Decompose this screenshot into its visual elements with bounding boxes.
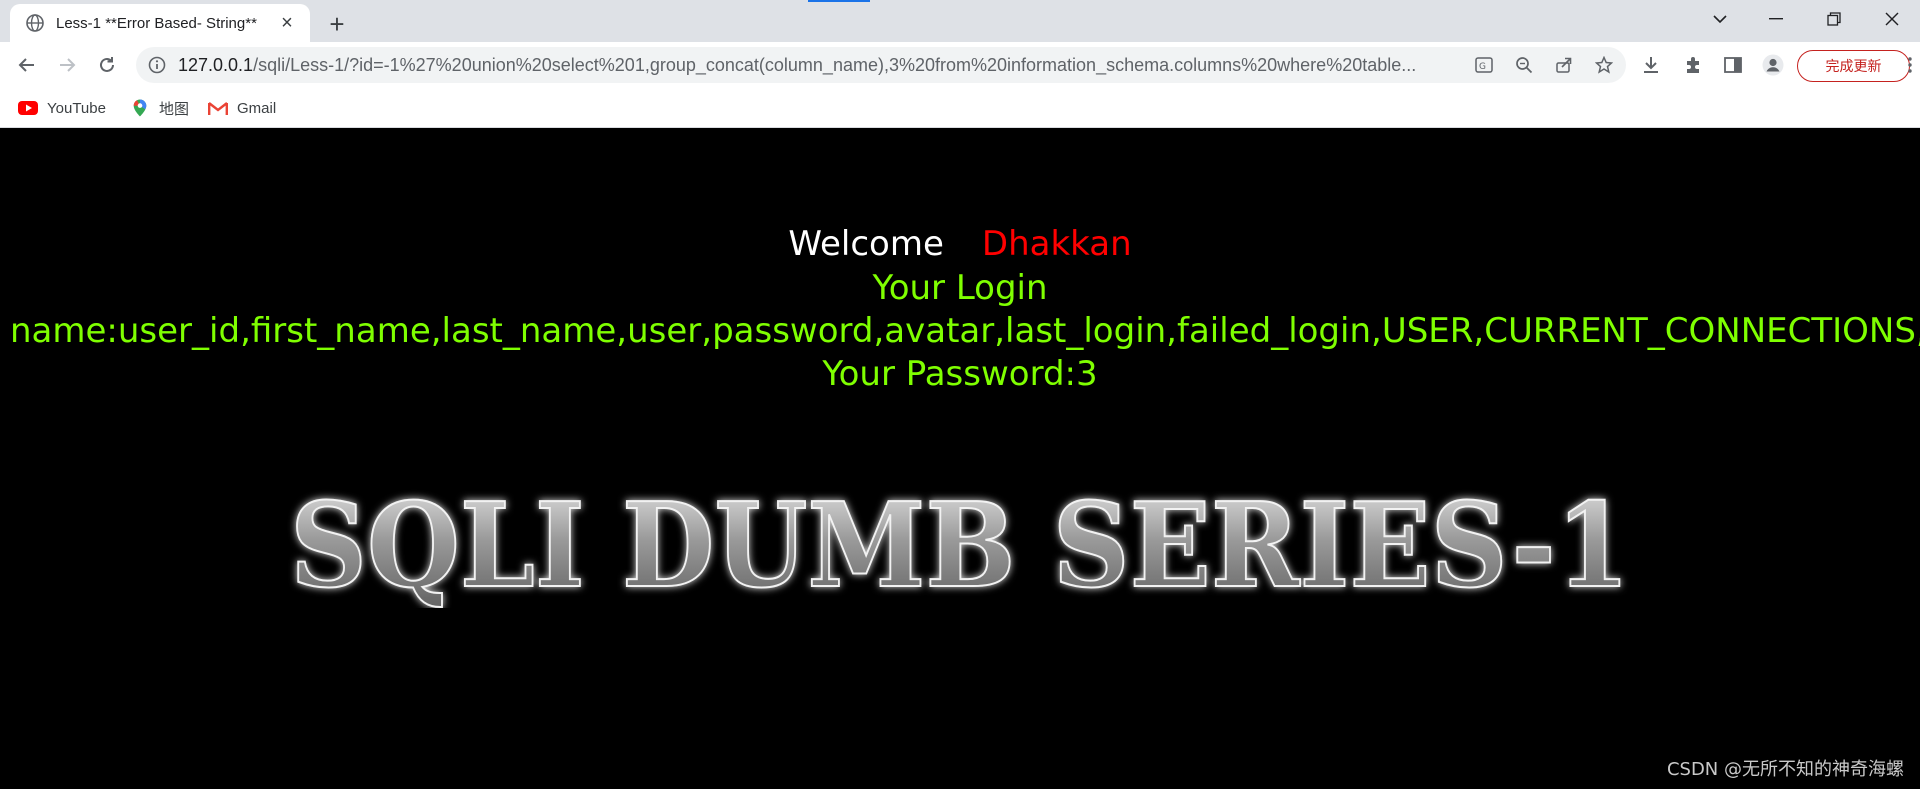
bookmark-label: 地图	[159, 100, 190, 118]
svg-text:G: G	[1479, 62, 1486, 72]
url-path: /sqli/Less-1/?id=-1%27%20union%20select%…	[253, 55, 1417, 75]
tab-search-button[interactable]	[1692, 0, 1748, 38]
tab-strip: Less-1 **Error Based- String** × +	[0, 0, 1920, 42]
minimize-button[interactable]	[1748, 0, 1804, 38]
page-content: Welcome Dhakkan Your Login name:user_id,f…	[0, 128, 1920, 789]
login-line: Your Login	[872, 268, 1048, 308]
minimize-icon	[1769, 18, 1783, 20]
bookmarks-bar: YouTube 地图 Gmail	[0, 88, 1920, 128]
complete-update-button[interactable]: 完成更新	[1797, 50, 1910, 82]
maps-icon	[130, 99, 150, 117]
bookmark-gmail[interactable]: Gmail	[208, 97, 276, 119]
side-panel-icon[interactable]	[1722, 54, 1744, 76]
browser-toolbar: 127.0.0.1/sqli/Less-1/?id=-1%27%20union%…	[0, 42, 1920, 88]
welcome-label: Welcome	[788, 224, 944, 264]
sqli-dumb-series-banner: SQLI DUMB SERIES-1	[289, 478, 1631, 608]
bookmark-youtube[interactable]: YouTube	[18, 97, 106, 119]
arrow-right-icon	[60, 58, 76, 72]
close-icon	[1885, 12, 1899, 26]
bookmark-label: YouTube	[47, 99, 106, 117]
back-button[interactable]	[12, 50, 42, 80]
site-info-icon[interactable]	[148, 56, 166, 74]
share-icon[interactable]	[1554, 55, 1574, 75]
translate-icon[interactable]: G	[1474, 55, 1494, 75]
url-text[interactable]: 127.0.0.1/sqli/Less-1/?id=-1%27%20union%…	[178, 47, 1598, 83]
welcome-line: Welcome Dhakkan	[0, 224, 1920, 264]
globe-icon	[26, 14, 44, 32]
restore-button[interactable]	[1806, 0, 1862, 38]
restore-icon	[1827, 12, 1841, 26]
csdn-watermark: CSDN @无所不知的神奇海螺	[1666, 759, 1904, 780]
arrow-left-icon	[18, 58, 34, 72]
extensions-icon[interactable]	[1682, 54, 1704, 76]
tab-title: Less-1 **Error Based- String**	[56, 14, 257, 32]
reload-icon	[100, 57, 114, 72]
bookmark-star-icon[interactable]	[1594, 55, 1614, 75]
password-line: Your Password:3	[822, 354, 1098, 394]
more-menu-icon[interactable]	[1906, 54, 1914, 76]
banner-text: SQLI DUMB SERIES-1	[290, 478, 1630, 608]
youtube-icon	[18, 100, 38, 116]
url-host: 127.0.0.1	[178, 55, 254, 75]
address-bar[interactable]: 127.0.0.1/sqli/Less-1/?id=-1%27%20union%…	[136, 47, 1626, 83]
close-window-button[interactable]	[1864, 0, 1920, 38]
close-tab-icon[interactable]: ×	[276, 12, 298, 34]
column-names-line: name:user_id,first_name,last_name,user,p…	[10, 311, 1920, 351]
bookmark-label: Gmail	[237, 99, 277, 117]
tab-strip-accent	[808, 0, 870, 2]
gmail-icon	[208, 100, 228, 116]
welcome-name: Dhakkan	[981, 224, 1132, 264]
profile-avatar-icon[interactable]	[1762, 54, 1784, 76]
forward-button[interactable]	[52, 50, 82, 80]
zoom-icon[interactable]	[1514, 55, 1534, 75]
reload-button[interactable]	[92, 50, 122, 80]
chevron-down-icon	[1713, 15, 1727, 24]
browser-tab[interactable]: Less-1 **Error Based- String** ×	[10, 4, 310, 42]
new-tab-button[interactable]: +	[322, 9, 352, 39]
download-icon[interactable]	[1640, 54, 1662, 76]
bookmark-maps[interactable]: 地图	[130, 97, 189, 119]
